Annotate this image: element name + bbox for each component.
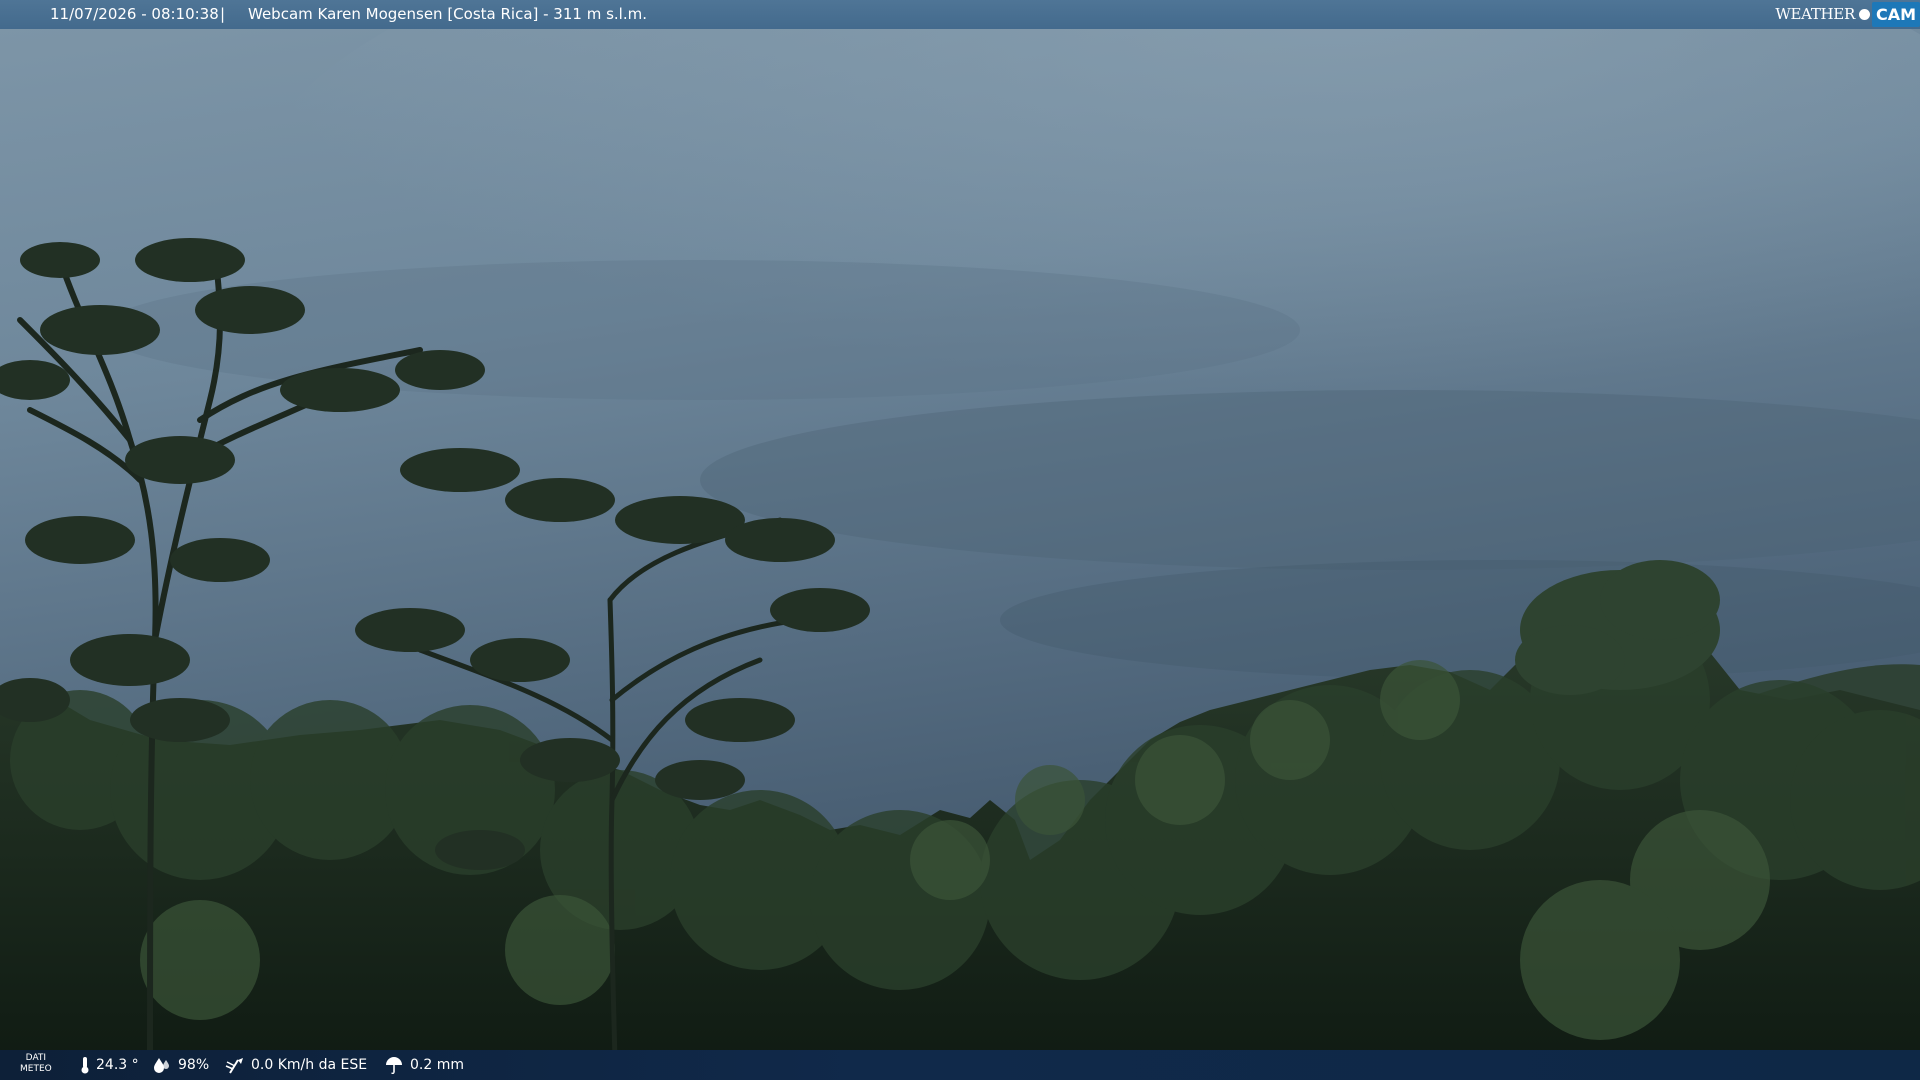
top-info-bar: 11/07/2026 - 08:10:38 | Webcam Karen Mog… bbox=[0, 0, 1920, 29]
humidity-icon bbox=[154, 1058, 169, 1073]
weathercam-logo[interactable]: WEATHER CAM bbox=[1769, 0, 1920, 29]
logo-dot-icon bbox=[1858, 9, 1870, 20]
wind-reading: 0.0 Km/h da ESE bbox=[225, 1050, 367, 1080]
umbrella-icon bbox=[386, 1057, 402, 1074]
temperature-reading: 24.3 ° bbox=[80, 1050, 139, 1080]
temperature-value: 24.3 ° bbox=[96, 1057, 139, 1073]
humidity-value: 98% bbox=[178, 1057, 210, 1073]
weather-data-bar: DATI METEO 24.3 ° 98% 0.0 Km/h da ESE 0.… bbox=[0, 1050, 1920, 1080]
logo-weather-text: WEATHER bbox=[1775, 5, 1855, 23]
separator: | bbox=[220, 5, 226, 23]
rain-value: 0.2 mm bbox=[410, 1057, 464, 1073]
humidity-reading: 98% bbox=[152, 1050, 209, 1080]
webcam-title: Webcam Karen Mogensen [Costa Rica] - 311… bbox=[248, 5, 647, 23]
thermometer-icon bbox=[81, 1057, 89, 1074]
wind-value: 0.0 Km/h da ESE bbox=[251, 1057, 368, 1073]
rain-reading: 0.2 mm bbox=[384, 1050, 464, 1080]
logo-cam-text: CAM bbox=[1871, 2, 1920, 27]
weather-label: DATI METEO bbox=[20, 1053, 52, 1074]
webcam-image bbox=[0, 0, 1920, 1080]
timestamp: 11/07/2026 - 08:10:38 bbox=[50, 5, 219, 23]
wind-icon bbox=[225, 1058, 243, 1074]
